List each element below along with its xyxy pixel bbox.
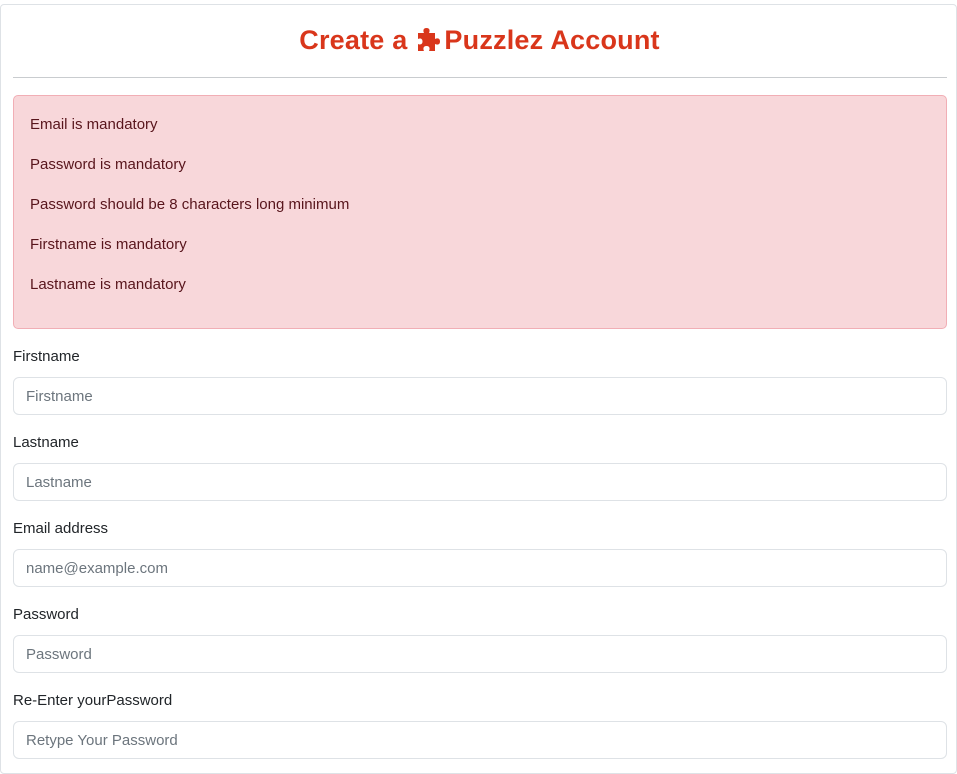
title-prefix: Create a [299,24,408,55]
header-divider [13,77,947,78]
firstname-input[interactable] [13,377,947,415]
email-input[interactable] [13,549,947,587]
lastname-input[interactable] [13,463,947,501]
title-suffix: Account [550,24,660,55]
confirm-password-input[interactable] [13,721,947,759]
lastname-label: Lastname [13,434,79,451]
error-message: Email is mandatory [30,116,158,133]
error-message: Lastname is mandatory [30,276,186,293]
email-label: Email address [13,520,109,537]
error-alert: Email is mandatory Password is mandatory… [13,95,947,329]
password-input[interactable] [13,635,947,673]
firstname-label: Firstname [13,348,80,365]
puzzle-piece-icon [418,28,441,51]
confirm-password-label: Re-Enter yourPassword [13,692,173,709]
error-message: Password should be 8 characters long min… [30,196,350,213]
brand-name: Puzzlez [444,24,544,55]
error-message: Password is mandatory [30,156,186,173]
password-label: Password [13,606,79,623]
header: Create a Puzzlez Account [1,5,957,75]
error-message: Firstname is mandatory [30,236,187,253]
page-title: Create a Puzzlez Account [299,25,660,56]
